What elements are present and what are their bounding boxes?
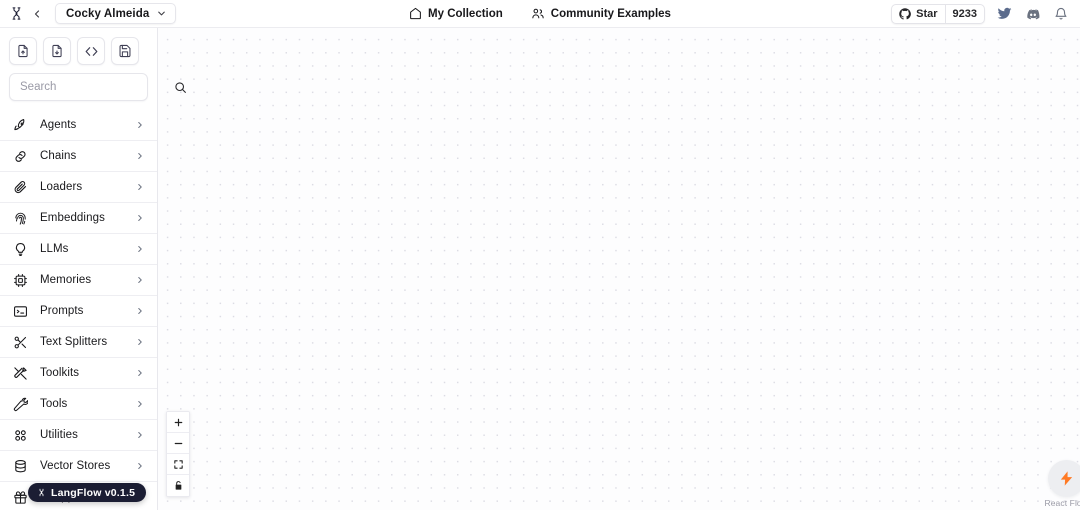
lightbulb-icon: [12, 241, 29, 258]
sidebar-item-vector-stores[interactable]: Vector Stores: [0, 451, 157, 482]
chevron-right-icon: [134, 398, 146, 410]
github-star-button[interactable]: Star 9233: [891, 3, 985, 24]
github-icon: [899, 7, 912, 20]
save-button[interactable]: [111, 37, 139, 65]
sidebar-item-prompts[interactable]: Prompts: [0, 296, 157, 327]
chevron-right-icon: [134, 181, 146, 193]
chevron-right-icon: [134, 429, 146, 441]
grid-icon: [12, 427, 29, 444]
nav-community-examples-label: Community Examples: [550, 7, 671, 20]
category-list: Agents Chains Loaders Embeddings LLMs Me…: [0, 110, 157, 510]
sidebar-item-chains[interactable]: Chains: [0, 141, 157, 172]
header-left: Cocky Almeida: [0, 3, 177, 24]
nav-my-collection-label: My Collection: [428, 7, 503, 20]
gift-icon: [12, 489, 29, 506]
export-flow-button[interactable]: [43, 37, 71, 65]
link-icon: [12, 148, 29, 165]
lock-button[interactable]: [167, 475, 189, 496]
sidebar-item-text-splitters[interactable]: Text Splitters: [0, 327, 157, 358]
sidebar-item-agents[interactable]: Agents: [0, 110, 157, 141]
app-body: Agents Chains: [0, 28, 1080, 510]
sidebar-item-label: LLMs: [40, 243, 69, 255]
sidebar-item-label: Prompts: [40, 305, 84, 317]
cpu-icon: [12, 272, 29, 289]
bell-icon[interactable]: [1052, 5, 1069, 22]
fit-view-button[interactable]: [167, 454, 189, 475]
github-star-label: Star: [916, 7, 938, 20]
tools-icon: [12, 365, 29, 382]
sidebar-item-label: Loaders: [40, 181, 83, 193]
version-badge: LangFlow v0.1.5: [28, 483, 147, 502]
search-input[interactable]: [20, 81, 174, 93]
users-icon: [531, 7, 545, 20]
nav-my-collection[interactable]: My Collection: [409, 7, 503, 20]
sidebar-item-label: Agents: [40, 119, 77, 131]
rocket-icon: [12, 117, 29, 134]
sidebar-item-utilities[interactable]: Utilities: [0, 420, 157, 451]
sidebar-item-tools[interactable]: Tools: [0, 389, 157, 420]
back-button[interactable]: [28, 5, 46, 23]
zoom-in-button[interactable]: [167, 412, 189, 433]
app-root: Cocky Almeida My Collection Community Ex…: [0, 0, 1080, 510]
sidebar-item-toolkits[interactable]: Toolkits: [0, 358, 157, 389]
sidebar-item-label: Toolkits: [40, 367, 80, 379]
sidebar-item-label: Vector Stores: [40, 460, 111, 472]
sidebar-item-memories[interactable]: Memories: [0, 265, 157, 296]
flow-canvas[interactable]: React Flow: [158, 28, 1080, 510]
github-star-count[interactable]: 9233: [944, 4, 984, 23]
chevron-right-icon: [134, 119, 146, 131]
sidebar-search: [0, 73, 186, 110]
chevron-right-icon: [134, 212, 146, 224]
langflow-logo-icon: [37, 488, 46, 497]
fingerprint-icon: [12, 210, 29, 227]
terminal-icon: [12, 303, 29, 320]
canvas-controls: [166, 411, 190, 497]
chevron-right-icon: [134, 367, 146, 379]
top-header: Cocky Almeida My Collection Community Ex…: [0, 0, 1080, 28]
wrench-icon: [12, 396, 29, 413]
project-name: Cocky Almeida: [66, 7, 150, 20]
chevron-right-icon: [134, 274, 146, 286]
paperclip-icon: [12, 179, 29, 196]
sidebar-item-embeddings[interactable]: Embeddings: [0, 203, 157, 234]
sidebar-toolbar: [0, 28, 157, 73]
header-right: Star 9233: [891, 3, 1080, 24]
lightning-bolt-icon[interactable]: [1047, 460, 1080, 497]
react-flow-attribution: React Flow: [1044, 460, 1080, 508]
chevron-right-icon: [134, 150, 146, 162]
code-button[interactable]: [77, 37, 105, 65]
github-star-main[interactable]: Star: [892, 5, 944, 23]
chevron-right-icon: [134, 305, 146, 317]
chevron-down-icon: [156, 8, 167, 19]
search-icon[interactable]: [174, 81, 187, 94]
discord-icon[interactable]: [1024, 5, 1041, 22]
sidebar-item-loaders[interactable]: Loaders: [0, 172, 157, 203]
chevron-right-icon: [134, 243, 146, 255]
search-box[interactable]: [9, 73, 186, 101]
sidebar-item-label: Chains: [40, 150, 77, 162]
database-icon: [12, 458, 29, 475]
version-badge-label: LangFlow v0.1.5: [51, 486, 136, 499]
sidebar-item-label: Embeddings: [40, 212, 105, 224]
nav-community-examples[interactable]: Community Examples: [531, 7, 671, 20]
import-flow-button[interactable]: [9, 37, 37, 65]
react-flow-label: React Flow: [1044, 498, 1080, 508]
sidebar: Agents Chains: [0, 28, 186, 510]
home-icon: [409, 7, 422, 20]
sidebar-item-label: Text Splitters: [40, 336, 108, 348]
chevron-right-icon: [134, 336, 146, 348]
sidebar-item-label: Utilities: [40, 429, 78, 441]
scissors-icon: [12, 334, 29, 351]
twitter-icon[interactable]: [996, 5, 1013, 22]
project-selector[interactable]: Cocky Almeida: [55, 3, 177, 24]
chevron-right-icon: [134, 460, 146, 472]
sidebar-item-llms[interactable]: LLMs: [0, 234, 157, 265]
zoom-out-button[interactable]: [167, 433, 189, 454]
sidebar-item-label: Tools: [40, 398, 68, 410]
langflow-logo-icon: [8, 5, 25, 22]
sidebar-item-label: Memories: [40, 274, 92, 286]
